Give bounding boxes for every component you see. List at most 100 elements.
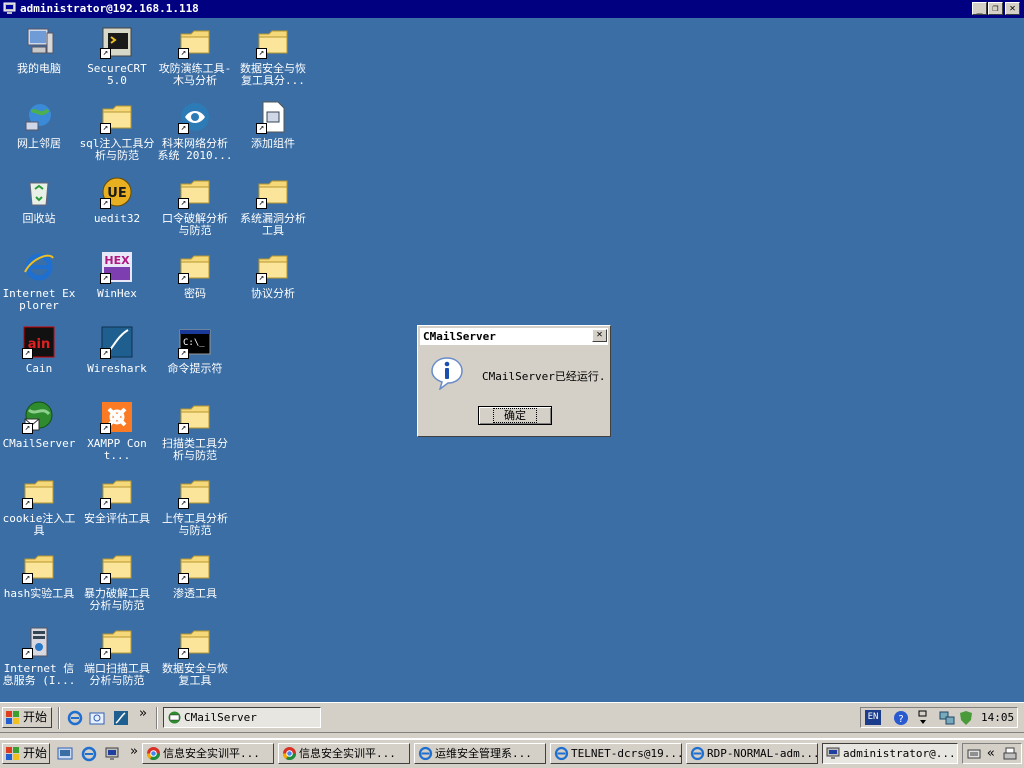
desktop-icon[interactable]: ↗ 扫描类工具分析与防范 xyxy=(157,397,233,467)
desktop-icon[interactable]: ↗ 系统漏洞分析工具 xyxy=(235,172,311,242)
task-button-label: RDP-NORMAL-adm... xyxy=(707,747,818,760)
shortcut-arrow-icon: ↗ xyxy=(22,423,33,434)
desktop-icon[interactable]: HEX ↗ WinHex xyxy=(79,247,155,317)
desktop-icon[interactable]: ↗ 密码 xyxy=(157,247,233,317)
help-icon[interactable]: ? xyxy=(893,710,909,726)
internet-explorer-icon xyxy=(22,250,56,284)
network-connection-icon[interactable] xyxy=(939,710,955,726)
ime-toggle-icon[interactable] xyxy=(918,710,928,726)
language-indicator[interactable]: EN xyxy=(865,710,881,725)
shortcut-arrow-icon: ↗ xyxy=(178,423,189,434)
shortcut-arrow-icon: ↗ xyxy=(100,273,111,284)
shortcut-arrow-icon: ↗ xyxy=(178,198,189,209)
ok-button[interactable]: 确定 xyxy=(478,406,552,425)
local-start-button[interactable]: 开始 xyxy=(2,743,50,764)
folder-icon: ↗ xyxy=(178,625,212,659)
desktop-icon[interactable]: ↗ CMailServer xyxy=(1,397,77,467)
desktop-icon[interactable]: 网上邻居 xyxy=(1,97,77,167)
shortcut-arrow-icon: ↗ xyxy=(100,48,111,59)
quicklaunch-chevron[interactable]: » xyxy=(139,706,147,721)
svg-text:C:\_: C:\_ xyxy=(183,338,205,348)
restore-button[interactable]: ❐ xyxy=(988,2,1003,15)
taskbar-separator xyxy=(58,707,60,729)
task-button-administrator[interactable]: administrator@... xyxy=(822,743,958,764)
cmailserver-icon: ↗ xyxy=(22,400,56,434)
desktop-icon[interactable]: ↗ 安全评估工具 xyxy=(79,472,155,542)
shortcut-arrow-icon: ↗ xyxy=(100,423,111,434)
dialog-title[interactable]: CMailServer xyxy=(420,328,608,345)
desktop-icon[interactable]: 回收站 xyxy=(1,172,77,242)
task-button-telnet[interactable]: TELNET-dcrs@19... xyxy=(550,743,682,764)
printer-icon[interactable] xyxy=(1003,746,1017,762)
quicklaunch-chevron[interactable]: » xyxy=(130,744,138,759)
desktop-icon[interactable]: Internet Explorer xyxy=(1,247,77,317)
desktop-icon[interactable]: ↗ cookie注入工具 xyxy=(1,472,77,542)
desktop-icon[interactable]: ↗ Wireshark xyxy=(79,322,155,392)
desktop-icon[interactable]: ↗ sql注入工具分析与防范 xyxy=(79,97,155,167)
desktop-icon-label: 口令破解分析与防范 xyxy=(162,212,228,237)
desktop-icon[interactable]: ↗ 暴力破解工具分析与防范 xyxy=(79,547,155,617)
desktop-icon-label: 渗透工具 xyxy=(173,587,217,600)
task-button-ops-system[interactable]: 运维安全管理系... xyxy=(414,743,546,764)
desktop-icon-label: Wireshark xyxy=(87,362,147,375)
desktop-icon[interactable]: ain ↗ Cain xyxy=(1,322,77,392)
folder-icon: ↗ xyxy=(22,475,56,509)
desktop-icon[interactable]: ↗ 口令破解分析与防范 xyxy=(157,172,233,242)
internet-explorer-icon[interactable] xyxy=(67,710,83,726)
ultraedit-icon: UE ↗ xyxy=(100,175,134,209)
task-button-browser-2[interactable]: 信息安全实训平... xyxy=(278,743,410,764)
cmailserver-icon xyxy=(168,711,181,724)
wireshark-icon[interactable] xyxy=(113,710,129,726)
windows-logo-icon xyxy=(6,711,19,724)
shortcut-arrow-icon: ↗ xyxy=(100,498,111,509)
dialog-close-button[interactable]: ✕ xyxy=(592,329,607,342)
remote-start-button[interactable]: 开始 xyxy=(2,707,52,728)
desktop-icon[interactable]: ↗ 添加组件 xyxy=(235,97,311,167)
desktop-icon[interactable]: ↗ 渗透工具 xyxy=(157,547,233,617)
chrome-icon xyxy=(146,747,161,761)
desktop-icon[interactable]: UE ↗ uedit32 xyxy=(79,172,155,242)
task-button-label: TELNET-dcrs@19... xyxy=(571,747,682,760)
remote-start-label: 开始 xyxy=(23,710,48,724)
desktop-icon[interactable]: ↗ 攻防演练工具-木马分析 xyxy=(157,22,233,92)
minimize-button[interactable]: _ xyxy=(972,2,987,15)
desktop-icon[interactable]: ↗ 上传工具分析与防范 xyxy=(157,472,233,542)
taskbar-separator xyxy=(156,707,158,729)
show-desktop-icon[interactable] xyxy=(57,746,73,762)
desktop-icon[interactable]: ↗ 科来网络分析系统 2010... xyxy=(157,97,233,167)
desktop-icon[interactable]: ↗ 端口扫描工具分析与防范 xyxy=(79,622,155,692)
close-button[interactable]: ✕ xyxy=(1005,2,1020,15)
desktop-icon[interactable]: ↗ hash实验工具 xyxy=(1,547,77,617)
task-button-cmailserver[interactable]: CMailServer xyxy=(163,707,321,728)
remote-desktop-connection-icon[interactable] xyxy=(104,746,120,762)
remote-window-titlebar[interactable]: administrator@192.168.1.118 _ ❐ ✕ xyxy=(0,0,1024,18)
desktop-icon-label: cookie注入工具 xyxy=(2,512,76,537)
task-button-browser-1[interactable]: 信息安全实训平... xyxy=(142,743,274,764)
network-places-icon xyxy=(22,100,56,134)
outlook-express-icon[interactable] xyxy=(89,710,105,726)
tray-expand-chevron[interactable]: « xyxy=(987,744,995,763)
desktop-icon[interactable]: ↗ 数据安全与恢复工具分... xyxy=(235,22,311,92)
remote-taskbar: 开始 » CMailServer EN ? 14:05 xyxy=(0,702,1024,732)
security-shield-icon[interactable] xyxy=(958,710,974,726)
desktop-icon[interactable]: 我的电脑 xyxy=(1,22,77,92)
desktop-icon-label: 网上邻居 xyxy=(17,137,61,150)
task-button-label: administrator@... xyxy=(843,747,956,760)
clock[interactable]: 14:05 xyxy=(981,708,1014,727)
window-title: administrator@192.168.1.118 xyxy=(20,2,199,15)
keyboard-icon[interactable] xyxy=(967,747,981,761)
local-start-label: 开始 xyxy=(23,746,48,760)
shortcut-arrow-icon: ↗ xyxy=(178,273,189,284)
iis-icon: ↗ xyxy=(22,625,56,659)
desktop-icon[interactable]: ↗ 协议分析 xyxy=(235,247,311,317)
desktop-icon[interactable]: ↗ Internet 信息服务 (I... xyxy=(1,622,77,692)
task-button-rdp[interactable]: RDP-NORMAL-adm... xyxy=(686,743,818,764)
shortcut-arrow-icon: ↗ xyxy=(22,498,33,509)
desktop-icon[interactable]: ↗ SecureCRT 5.0 xyxy=(79,22,155,92)
folder-icon: ↗ xyxy=(256,175,290,209)
desktop-icon[interactable]: C:\_ ↗ 命令提示符 xyxy=(157,322,233,392)
desktop-icon[interactable]: ↗ XAMPP Cont... xyxy=(79,397,155,467)
ok-button-label: 确定 xyxy=(493,408,537,423)
internet-explorer-icon[interactable] xyxy=(81,746,97,762)
desktop-icon[interactable]: ↗ 数据安全与恢复工具 xyxy=(157,622,233,692)
